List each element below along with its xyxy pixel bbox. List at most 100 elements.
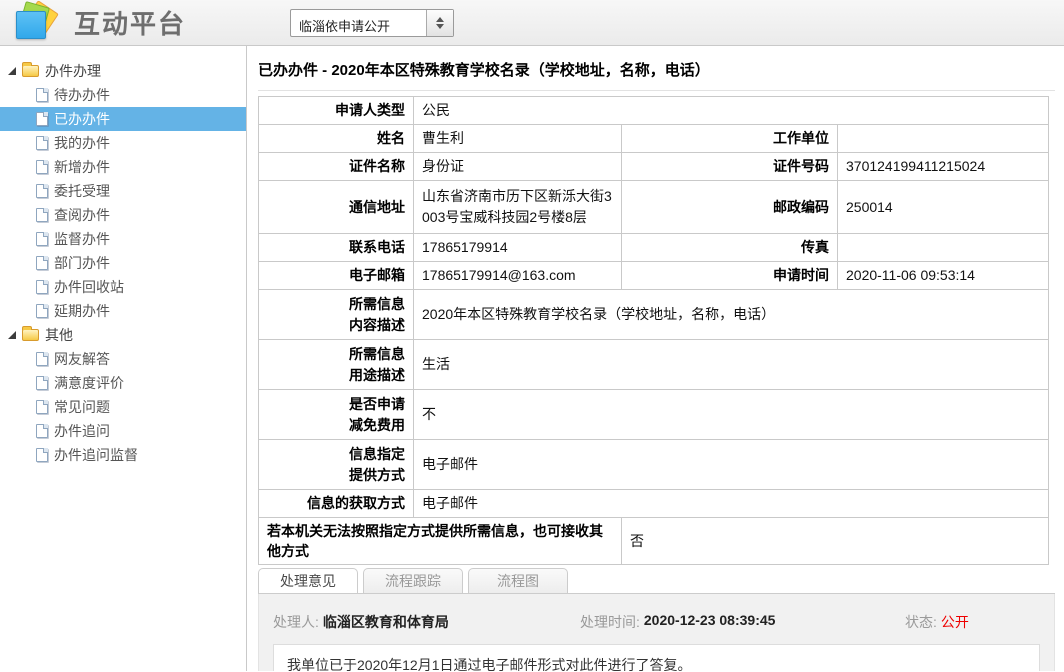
table-row: 姓名 曹生利 工作单位 [259, 125, 1049, 153]
field-value: 17865179914 [414, 234, 622, 262]
handler-label: 处理人: [273, 612, 319, 632]
field-label: 申请时间 [622, 262, 838, 290]
field-label: 信息的获取方式 [259, 490, 414, 518]
table-row: 通信地址 山东省济南市历下区新泺大街3003号宝威科技园2号楼8层 邮政编码 2… [259, 181, 1049, 234]
field-value: 370124199411215024 [838, 153, 1049, 181]
table-row: 电子邮箱 17865179914@163.com 申请时间 2020-11-06… [259, 262, 1049, 290]
field-value: 生活 [414, 340, 1049, 390]
sidebar-item-yanqi[interactable]: 延期办件 [0, 299, 246, 323]
sidebar-group-label: 其他 [45, 325, 73, 345]
sidebar-item-xinzeng[interactable]: 新增办件 [0, 155, 246, 179]
field-label: 电子邮箱 [259, 262, 414, 290]
table-row: 是否申请 减免费用 不 [259, 390, 1049, 440]
sidebar-item-daiban[interactable]: 待办办件 [0, 83, 246, 107]
field-label: 工作单位 [622, 125, 838, 153]
page-icon [36, 280, 48, 294]
sidebar-item-zhuiwen-jiandu[interactable]: 办件追问监督 [0, 443, 246, 467]
handle-time-label: 处理时间: [580, 612, 640, 632]
field-label: 传真 [622, 234, 838, 262]
page-icon [36, 232, 48, 246]
field-value: 否 [622, 518, 1049, 565]
sidebar-item-label: 监督办件 [54, 229, 110, 249]
sidebar-item-label: 待办办件 [54, 85, 110, 105]
table-row: 若本机关无法按照指定方式提供所需信息，也可接收其他方式 否 [259, 518, 1049, 565]
table-row: 信息的获取方式 电子邮件 [259, 490, 1049, 518]
sidebar-item-label: 办件追问 [54, 421, 110, 441]
folder-icon [22, 65, 39, 77]
table-row: 证件名称 身份证 证件号码 370124199411215024 [259, 153, 1049, 181]
table-row: 所需信息 用途描述 生活 [259, 340, 1049, 390]
field-value: 2020年本区特殊教育学校名录（学校地址，名称，电话） [414, 290, 1049, 340]
sidebar-item-label: 延期办件 [54, 301, 110, 321]
field-value [838, 125, 1049, 153]
sidebar-group-qita[interactable]: 其他 [0, 323, 246, 347]
reply-text: 我单位已于2020年12月1日通过电子邮件形式对此件进行了答复。 [273, 644, 1040, 671]
channel-dropdown-value: 临淄依申请公开 [291, 10, 426, 36]
field-label: 邮政编码 [622, 181, 838, 234]
field-value: 身份证 [414, 153, 622, 181]
sidebar-item-label: 我的办件 [54, 133, 110, 153]
sidebar-item-jiandu[interactable]: 监督办件 [0, 227, 246, 251]
field-value: 250014 [838, 181, 1049, 234]
field-label: 姓名 [259, 125, 414, 153]
handling-opinion-panel: 处理人: 临淄区教育和体育局 处理时间: 2020-12-23 08:39:45… [258, 594, 1055, 671]
field-label: 证件名称 [259, 153, 414, 181]
sidebar-item-label: 委托受理 [54, 181, 110, 201]
field-value: 2020-11-06 09:53:14 [838, 262, 1049, 290]
sidebar-item-weituo[interactable]: 委托受理 [0, 179, 246, 203]
sidebar-item-label: 办件追问监督 [54, 445, 138, 465]
tab-process-tracking[interactable]: 流程跟踪 [363, 568, 463, 593]
tree-expand-icon[interactable] [8, 66, 18, 76]
page-icon [36, 400, 48, 414]
sidebar-item-bumen[interactable]: 部门办件 [0, 251, 246, 275]
page-icon [36, 88, 48, 102]
field-value [838, 234, 1049, 262]
tab-flowchart[interactable]: 流程图 [468, 568, 568, 593]
field-value: 曹生利 [414, 125, 622, 153]
sidebar-item-changjian[interactable]: 常见问题 [0, 395, 246, 419]
sidebar-item-manyidu[interactable]: 满意度评价 [0, 371, 246, 395]
sidebar-item-label: 查阅办件 [54, 205, 110, 225]
page-icon [36, 184, 48, 198]
table-row: 所需信息 内容描述 2020年本区特殊教育学校名录（学校地址，名称，电话） [259, 290, 1049, 340]
sidebar-item-wangyou[interactable]: 网友解答 [0, 347, 246, 371]
page-icon [36, 424, 48, 438]
sidebar-item-zhuiwen[interactable]: 办件追问 [0, 419, 246, 443]
channel-dropdown[interactable]: 临淄依申请公开 [290, 9, 454, 37]
tree-expand-icon[interactable] [8, 330, 18, 340]
app-title: 互动平台 [74, 4, 186, 41]
page-icon [36, 304, 48, 318]
app-logo-icon [12, 2, 62, 44]
field-label: 若本机关无法按照指定方式提供所需信息，也可接收其他方式 [259, 518, 622, 565]
application-detail-table: 申请人类型 公民 姓名 曹生利 工作单位 证件名称 身份证 证件号码 37012… [258, 96, 1049, 565]
page-icon [36, 208, 48, 222]
dropdown-spinner-icon[interactable] [426, 10, 453, 36]
sidebar-item-label: 网友解答 [54, 349, 110, 369]
sidebar-group-label: 办件办理 [45, 61, 101, 81]
handler-value: 临淄区教育和体育局 [323, 612, 449, 632]
field-value: 公民 [414, 97, 1049, 125]
sidebar-item-wode[interactable]: 我的办件 [0, 131, 246, 155]
field-value: 电子邮件 [414, 440, 1049, 490]
field-label: 所需信息 用途描述 [259, 340, 414, 390]
sidebar-item-chayue[interactable]: 查阅办件 [0, 203, 246, 227]
table-row: 申请人类型 公民 [259, 97, 1049, 125]
sidebar-item-huishouzhan[interactable]: 办件回收站 [0, 275, 246, 299]
folder-icon [22, 329, 39, 341]
app-header: 互动平台 临淄依申请公开 [0, 0, 1064, 46]
sidebar-item-label: 已办办件 [54, 109, 110, 129]
field-label: 申请人类型 [259, 97, 414, 125]
page-icon [36, 136, 48, 150]
tab-handling-opinion[interactable]: 处理意见 [258, 568, 358, 593]
sidebar-item-yiban[interactable]: 已办办件 [0, 107, 246, 131]
field-value: 电子邮件 [414, 490, 1049, 518]
status-label: 状态: [905, 612, 937, 632]
page-icon [36, 352, 48, 366]
sidebar-item-label: 常见问题 [54, 397, 110, 417]
field-label: 通信地址 [259, 181, 414, 234]
page-icon [36, 160, 48, 174]
result-tabstrip: 处理意见 流程跟踪 流程图 [258, 568, 1055, 594]
field-value: 山东省济南市历下区新泺大街3003号宝威科技园2号楼8层 [414, 181, 622, 234]
field-label: 所需信息 内容描述 [259, 290, 414, 340]
sidebar-group-banjian[interactable]: 办件办理 [0, 59, 246, 83]
